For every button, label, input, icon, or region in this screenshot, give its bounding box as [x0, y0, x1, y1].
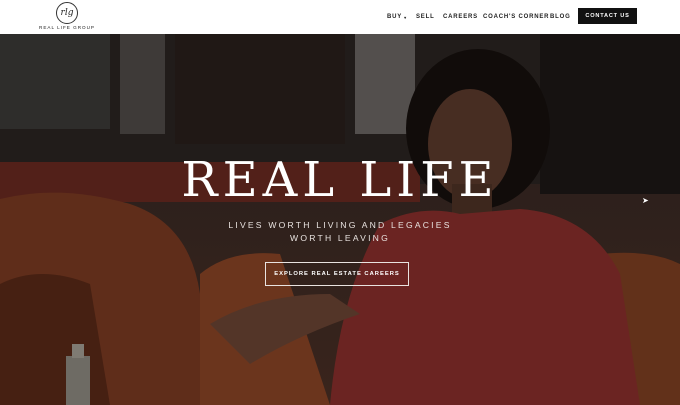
explore-careers-button[interactable]: EXPLORE REAL ESTATE CAREERS	[265, 262, 409, 286]
hero-section: REAL LIFE LIVES WORTH LIVING AND LEGACIE…	[0, 34, 680, 405]
logo-text: REAL LIFE GROUP	[39, 25, 95, 30]
logo-mark: rlg	[56, 2, 78, 24]
hero-subtitle: LIVES WORTH LIVING AND LEGACIES WORTH LE…	[228, 220, 452, 243]
nav-item-careers[interactable]: CAREERS	[443, 0, 478, 34]
site-logo[interactable]: rlg REAL LIFE GROUP	[36, 2, 98, 32]
nav-item-sell-label: SELL	[416, 14, 435, 20]
nav-item-blog[interactable]: BLOG	[550, 0, 571, 34]
mouse-pointer-icon: ➤	[642, 196, 649, 205]
nav-item-blog-label: BLOG	[550, 14, 571, 20]
nav-item-buy-label: BUY	[387, 14, 403, 20]
hero-title: REAL LIFE	[181, 152, 499, 208]
nav-item-coachs-corner-label: COACH'S CORNER	[483, 14, 550, 20]
nav-item-buy[interactable]: BUY ▾	[387, 0, 407, 34]
nav-item-sell[interactable]: SELL	[416, 0, 435, 34]
site-header: rlg REAL LIFE GROUP BUY ▾ SELL CAREERS C…	[0, 0, 680, 34]
chevron-down-icon: ▾	[404, 14, 407, 20]
nav-item-careers-label: CAREERS	[443, 14, 478, 20]
contact-us-button[interactable]: CONTACT US	[578, 8, 637, 24]
nav-item-coachs-corner[interactable]: COACH'S CORNER	[483, 0, 549, 34]
